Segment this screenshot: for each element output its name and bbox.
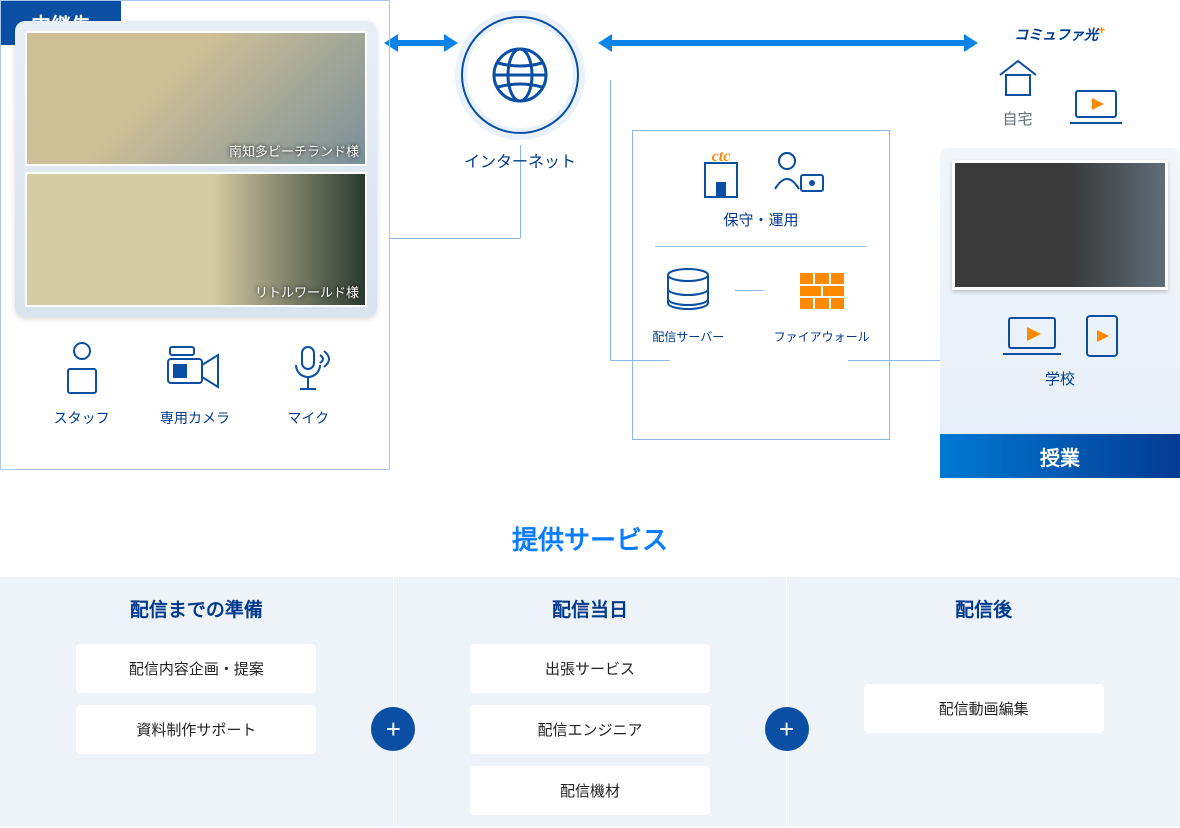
server-item: 配信サーバー (652, 265, 724, 345)
internet-label: インターネット (420, 148, 620, 172)
operations-box: ctc 保守・運用 (632, 130, 890, 440)
camera-item: 専用カメラ (145, 341, 245, 428)
photo-caption: 南知多ビーチランド様 (229, 141, 359, 160)
equipment-row: スタッフ 専用カメラ (25, 341, 365, 428)
mic-icon (280, 341, 336, 397)
service-card: 配信内容企画・提案 (76, 644, 316, 693)
relay-photos: 南知多ビーチランド様 リトルワールド様 (15, 21, 377, 317)
server-label: 配信サーバー (652, 328, 724, 345)
staff-icon (52, 341, 112, 397)
equipment-label: スタッフ (32, 408, 132, 428)
service-column-prep: 配信までの準備 配信内容企画・提案 資料制作サポート (0, 577, 393, 827)
building-icon: ctc (695, 149, 747, 201)
class-label: 学校 (952, 368, 1168, 389)
laptop-play-icon (999, 312, 1065, 360)
brand-logo: コミュファ光+ (957, 24, 1162, 45)
ctc-logo: ctc (712, 149, 731, 165)
firewall-label: ファイアウォール (774, 328, 870, 345)
service-card: 配信エンジニア (470, 705, 710, 754)
wire (735, 290, 763, 291)
photo-caption: リトルワールド様 (255, 282, 359, 301)
operator-icon (771, 149, 827, 201)
staff-item: スタッフ (32, 341, 132, 428)
classroom-photo (952, 160, 1168, 290)
class-tag: 授業 (940, 434, 1180, 478)
relay-photo-1: 南知多ビーチランド様 (25, 31, 367, 166)
mic-item: マイク (258, 341, 358, 428)
globe-icon (455, 10, 585, 140)
server-icon (660, 265, 716, 317)
services-row: 配信までの準備 配信内容企画・提案 資料制作サポート 配信当日 出張サービス 配… (0, 577, 1180, 827)
network-diagram: 中継先 南知多ビーチランド様 リトルワールド様 スタッフ (0, 0, 1180, 480)
camera-icon (160, 341, 230, 397)
services-title: 提供サービス (0, 520, 1180, 557)
plus-icon: + (765, 707, 809, 751)
service-heading: 配信までの準備 (40, 595, 353, 622)
equipment-label: 専用カメラ (145, 408, 245, 428)
service-card: 配信動画編集 (864, 684, 1104, 733)
home-label: 自宅 (994, 108, 1042, 129)
service-column-after: 配信後 配信動画編集 (786, 577, 1180, 827)
home-column: コミュファ光+ 自宅 (957, 24, 1162, 129)
firewall-icon (794, 265, 850, 317)
relay-source-group: 中継先 南知多ビーチランド様 リトルワールド様 スタッフ (0, 0, 390, 470)
equipment-label: マイク (258, 408, 358, 428)
relay-photo-2: リトルワールド様 (25, 172, 367, 307)
divider (655, 246, 867, 247)
plus-icon: + (371, 707, 415, 751)
tablet-play-icon (1083, 312, 1121, 360)
arrow-internet-home (610, 40, 966, 46)
ops-title: 保守・運用 (647, 209, 875, 230)
laptop-play-icon (1066, 85, 1126, 129)
house-icon (994, 55, 1042, 99)
service-card: 配信機材 (470, 766, 710, 815)
firewall-item: ファイアウォール (774, 265, 870, 345)
internet-node: インターネット (420, 10, 620, 172)
service-card: 資料制作サポート (76, 705, 316, 754)
service-heading: 配信当日 (434, 595, 747, 622)
service-card: 出張サービス (470, 644, 710, 693)
service-column-day: 配信当日 出張サービス 配信エンジニア 配信機材 (393, 577, 787, 827)
wire (390, 238, 520, 239)
class-box: 学校 授業 (940, 148, 1180, 478)
service-heading: 配信後 (827, 595, 1140, 622)
